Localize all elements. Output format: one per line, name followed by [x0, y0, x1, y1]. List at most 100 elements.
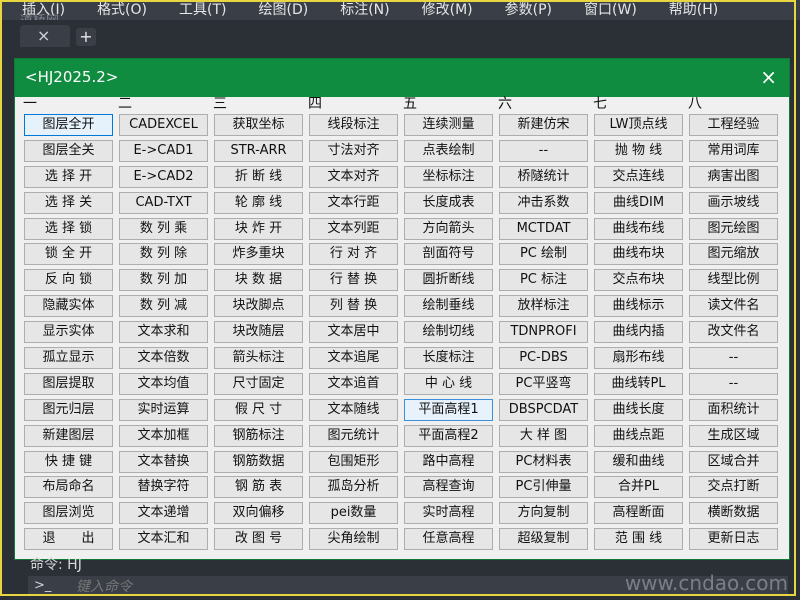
command-button[interactable]: 新建仿宋	[499, 114, 588, 136]
command-button[interactable]: 寸法对齐	[309, 139, 398, 162]
command-button[interactable]: 实时运算	[119, 398, 208, 421]
command-button[interactable]: PC-DBS	[499, 347, 588, 370]
command-button[interactable]: 曲线内插	[594, 321, 683, 344]
menu-item[interactable]: 帮助(H)	[647, 0, 728, 20]
command-button[interactable]: 连续测量	[404, 114, 493, 136]
menu-item[interactable]: 窗口(W)	[562, 0, 647, 20]
command-button[interactable]: 点表绘制	[404, 139, 493, 162]
command-button[interactable]: 改 图 号	[214, 528, 303, 551]
command-button[interactable]: 文本行距	[309, 191, 398, 214]
command-button[interactable]: 中 心 线	[404, 372, 493, 395]
command-button[interactable]: PC材料表	[499, 450, 588, 473]
command-button[interactable]: 任意高程	[404, 528, 493, 551]
command-button[interactable]: 交点打断	[689, 476, 778, 499]
close-icon[interactable]: ×	[760, 65, 777, 89]
command-button[interactable]: MCTDAT	[499, 217, 588, 240]
command-button[interactable]: 常用词库	[689, 139, 778, 162]
command-button[interactable]: 工程经验	[689, 114, 778, 136]
command-button[interactable]: E->CAD2	[119, 165, 208, 188]
command-button[interactable]: 曲线转PL	[594, 372, 683, 395]
command-button[interactable]: 文本汇和	[119, 528, 208, 551]
command-button[interactable]: 方向箭头	[404, 217, 493, 240]
command-button[interactable]: 显示实体	[24, 321, 113, 344]
command-button[interactable]: 块 数 据	[214, 269, 303, 292]
command-button[interactable]: 钢筋标注	[214, 424, 303, 447]
command-button[interactable]: 文本加框	[119, 424, 208, 447]
command-button[interactable]: 块改随层	[214, 321, 303, 344]
command-button[interactable]: PC平竖弯	[499, 372, 588, 395]
command-button[interactable]: 平面高程2	[404, 424, 493, 447]
command-button[interactable]: 圆折断线	[404, 269, 493, 292]
command-button[interactable]: 长度标注	[404, 347, 493, 370]
command-button[interactable]: 新建图层	[24, 424, 113, 447]
command-button[interactable]: 文本倍数	[119, 347, 208, 370]
command-button[interactable]: 桥隧统计	[499, 165, 588, 188]
command-button[interactable]: 高程查询	[404, 476, 493, 499]
command-button[interactable]: CADEXCEL	[119, 114, 208, 136]
command-button[interactable]: 图元统计	[309, 424, 398, 447]
command-button[interactable]: 尺寸固定	[214, 372, 303, 395]
command-button[interactable]: 文本追尾	[309, 347, 398, 370]
command-button[interactable]: 图元归层	[24, 398, 113, 421]
tab-close-icon[interactable]: ×	[37, 26, 50, 45]
command-button[interactable]: 曲线标示	[594, 295, 683, 318]
command-button[interactable]: 大 样 图	[499, 424, 588, 447]
command-button[interactable]: 更新日志	[689, 528, 778, 551]
command-button[interactable]: 抛 物 线	[594, 139, 683, 162]
command-button[interactable]: 行 对 齐	[309, 243, 398, 266]
command-button[interactable]: DBSPCDAT	[499, 398, 588, 421]
command-button[interactable]: 反 向 锁	[24, 269, 113, 292]
command-button[interactable]: 孤立显示	[24, 347, 113, 370]
command-button[interactable]: 超级复制	[499, 528, 588, 551]
command-button[interactable]: 绘制切线	[404, 321, 493, 344]
command-button[interactable]: 读文件名	[689, 295, 778, 318]
command-button[interactable]: 改文件名	[689, 321, 778, 344]
command-button[interactable]: 折 断 线	[214, 165, 303, 188]
command-button[interactable]: 隐藏实体	[24, 295, 113, 318]
command-button[interactable]: 尖角绘制	[309, 528, 398, 551]
command-button[interactable]: 退 出	[24, 528, 113, 551]
command-button[interactable]: 长度成表	[404, 191, 493, 214]
command-button[interactable]: 曲线点距	[594, 424, 683, 447]
command-prompt-icon[interactable]: >_	[34, 578, 51, 593]
command-button[interactable]: STR-ARR	[214, 139, 303, 162]
drawing-tab[interactable]: ×	[20, 25, 70, 47]
command-button[interactable]: PC 绘制	[499, 243, 588, 266]
command-button[interactable]: LW顶点线	[594, 114, 683, 136]
command-button[interactable]: 生成区域	[689, 424, 778, 447]
command-button[interactable]: 文本列距	[309, 217, 398, 240]
command-button[interactable]: 缓和曲线	[594, 450, 683, 473]
command-button[interactable]: 炸多重块	[214, 243, 303, 266]
command-button[interactable]: 曲线DIM	[594, 191, 683, 214]
command-button[interactable]: --	[689, 347, 778, 370]
command-button[interactable]: 交点布块	[594, 269, 683, 292]
command-button[interactable]: PC 标注	[499, 269, 588, 292]
command-button[interactable]: CAD-TXT	[119, 191, 208, 214]
command-button[interactable]: 文本对齐	[309, 165, 398, 188]
command-button[interactable]: 冲击系数	[499, 191, 588, 214]
command-button[interactable]: 范 围 线	[594, 528, 683, 551]
command-button[interactable]: 双向偏移	[214, 502, 303, 525]
command-button[interactable]: 数 列 除	[119, 243, 208, 266]
command-button[interactable]: 列 替 换	[309, 295, 398, 318]
menu-item[interactable]: 绘图(D)	[237, 0, 319, 20]
command-button[interactable]: 文本递增	[119, 502, 208, 525]
command-button[interactable]: 文本居中	[309, 321, 398, 344]
command-button[interactable]: 文本追首	[309, 372, 398, 395]
command-button[interactable]: 假 尺 寸	[214, 398, 303, 421]
command-button[interactable]: 画示坡线	[689, 191, 778, 214]
command-button[interactable]: 图元绘图	[689, 217, 778, 240]
command-button[interactable]: 文本随线	[309, 398, 398, 421]
command-button[interactable]: 行 替 换	[309, 269, 398, 292]
command-button[interactable]: 数 列 加	[119, 269, 208, 292]
command-button[interactable]: 数 列 减	[119, 295, 208, 318]
command-button[interactable]: 曲线布块	[594, 243, 683, 266]
command-button[interactable]: 锁 全 开	[24, 243, 113, 266]
command-button[interactable]: 块改脚点	[214, 295, 303, 318]
command-button[interactable]: 交点连线	[594, 165, 683, 188]
command-button[interactable]: 实时高程	[404, 502, 493, 525]
command-button[interactable]: 文本均值	[119, 372, 208, 395]
command-button[interactable]: 获取坐标	[214, 114, 303, 136]
command-button[interactable]: 坐标标注	[404, 165, 493, 188]
command-button[interactable]: 钢 筋 表	[214, 476, 303, 499]
